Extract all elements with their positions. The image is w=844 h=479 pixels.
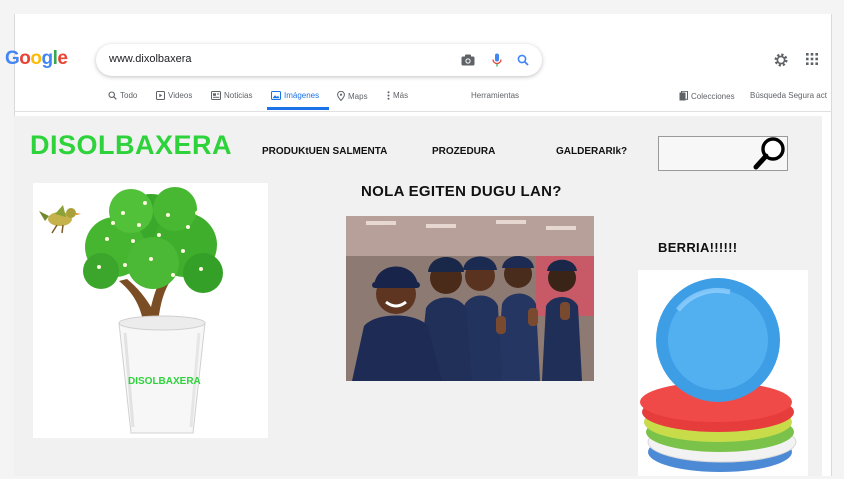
settings-gear-icon[interactable] [773,52,789,68]
search-box[interactable]: www.dixolbaxera [96,44,542,76]
image-icon [271,91,281,100]
collections-button[interactable]: Colecciones [679,91,735,101]
tab-label: Videos [168,91,193,100]
safesearch-button[interactable]: Búsqueda Segura act [750,91,827,100]
nav-produktuen-salmenta[interactable]: PRODUKtUEN SALMENTA [262,146,387,157]
bookmark-icon [679,91,688,101]
news-icon [211,91,221,100]
more-vertical-icon [387,91,390,100]
section-heading-how-we-work: NOLA EGITEN DUGU LAN? [361,183,562,200]
section-heading-new: BERRIA!!!!!! [658,240,738,255]
google-logo[interactable]: Google [5,48,68,70]
tab-videos[interactable]: Videos [156,91,192,100]
tab-label: Imágenes [284,91,320,100]
workers-photo [346,216,594,381]
search-icon[interactable] [515,52,531,68]
magnifier-icon[interactable] [752,135,788,171]
nav-galderarik[interactable]: GALDERARIk? [556,146,627,157]
nav-prozedura[interactable]: PROZEDURA [432,146,495,157]
plates-photo [638,270,808,476]
tab-label: Noticias [224,91,253,100]
header-divider [14,111,832,112]
logo-letter: g [41,48,54,69]
tree-icon [83,187,223,335]
tab-label: Todo [120,91,138,100]
plate-stack-icon [640,278,797,472]
camera-icon[interactable] [460,52,476,68]
tools-label: Herramientas [471,91,520,100]
tools-button[interactable]: Herramientas [471,91,519,100]
microphone-icon[interactable] [489,52,505,68]
tab-label: Maps [348,91,368,101]
logo-letter: o [19,48,31,69]
search-input[interactable]: www.dixolbaxera [109,53,192,65]
logo-letter: e [57,48,68,69]
tab-imagenes[interactable]: Imágenes [271,91,319,100]
site-brand-title[interactable]: DISOLBAXERA [30,130,232,161]
video-icon [156,91,165,100]
logo-letter: o [30,48,42,69]
active-tab-indicator [267,107,329,110]
safesearch-label: Búsqueda Segura act [750,91,827,100]
cup-brand-label: DISOLBAXERA [128,376,201,387]
apps-grid-icon[interactable] [805,52,821,68]
tab-noticias[interactable]: Noticias [211,91,252,100]
tab-maps[interactable]: Maps [337,91,368,101]
tab-todo[interactable]: Todo [108,91,137,100]
bird-icon [39,205,81,234]
tree-cup-image [33,183,268,438]
tab-label: Más [393,91,409,100]
tab-mas[interactable]: Más [387,91,408,100]
search-icon [108,91,117,100]
logo-letter: G [5,48,20,69]
cup-icon [118,315,206,434]
collections-label: Colecciones [691,91,735,101]
map-pin-icon [337,91,345,101]
